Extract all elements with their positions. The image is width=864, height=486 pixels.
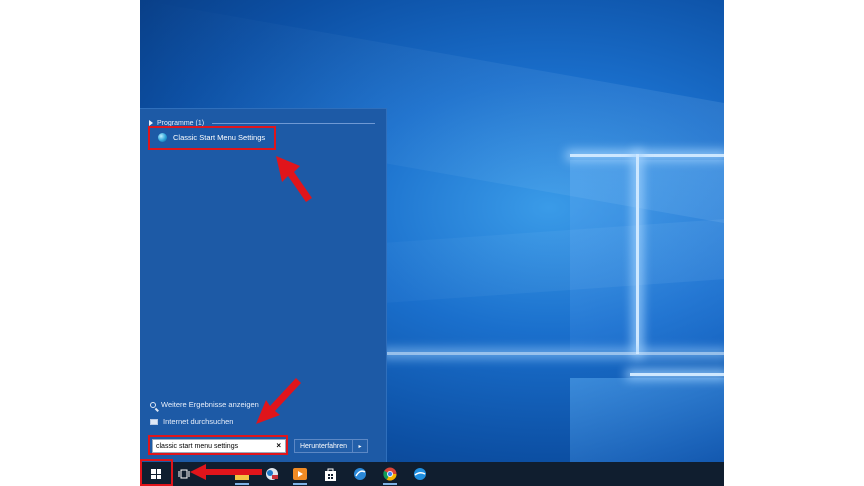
annotation-arrows [190, 156, 312, 480]
annotation-arrow-program [276, 156, 312, 202]
annotation-arrow-search [256, 378, 301, 424]
annotation-arrow-start [190, 464, 262, 480]
